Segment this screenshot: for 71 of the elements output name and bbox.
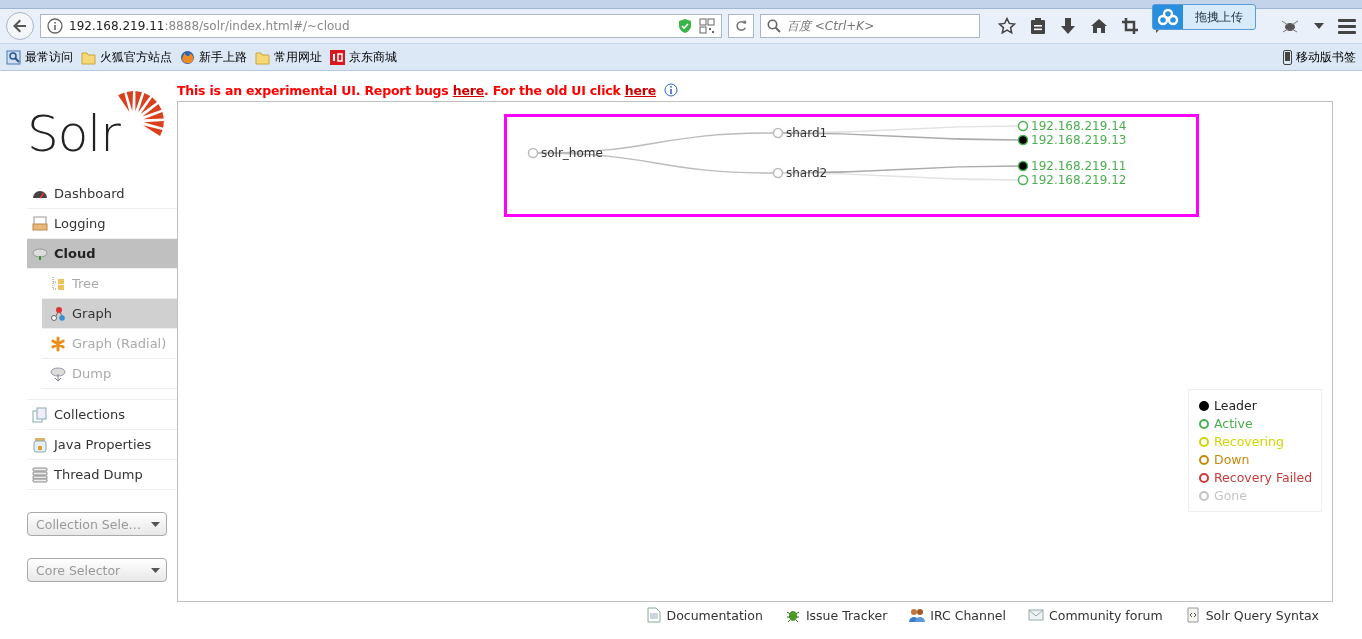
bookmark-library-icon[interactable] <box>6 49 21 65</box>
log-tray-icon <box>32 215 48 232</box>
footer-link[interactable]: Community forum <box>1028 607 1163 623</box>
old-ui-link[interactable]: here <box>624 82 656 98</box>
info-icon[interactable] <box>47 18 63 34</box>
tree-icon <box>50 275 66 292</box>
star-icon[interactable] <box>998 17 1016 35</box>
clipboard-icon[interactable] <box>1030 17 1046 35</box>
home-icon[interactable] <box>1090 17 1108 35</box>
search-field[interactable]: 百度 <Ctrl+K> <box>760 14 980 38</box>
crop-icon[interactable] <box>1122 18 1138 34</box>
legend-label: Active <box>1214 416 1253 431</box>
footer-link[interactable]: IRC Channel <box>909 607 1007 623</box>
bug-icon[interactable] <box>1280 18 1300 34</box>
nav-item[interactable]: Dashboard <box>27 179 177 209</box>
cloud-icon <box>32 245 48 262</box>
reload-button[interactable] <box>728 14 754 38</box>
download-icon[interactable] <box>1060 17 1076 35</box>
menu-icon[interactable] <box>1338 18 1356 34</box>
people-icon <box>909 607 926 623</box>
footer-link[interactable]: Issue Tracker <box>784 607 888 623</box>
nav-item[interactable]: Thread Dump <box>27 460 177 490</box>
footer-link[interactable]: Solr Query Syntax <box>1184 607 1319 623</box>
notice-text: This is an experimental UI. Report bugs here. For the old UI click here <box>177 82 656 98</box>
nav-item[interactable]: Java Properties <box>27 430 177 460</box>
nav-item[interactable]: Collections <box>27 400 177 430</box>
bookmark-link[interactable]: 常用网址 <box>274 48 322 66</box>
back-arrow-icon <box>12 18 28 34</box>
browser-logo-icon[interactable] <box>180 49 195 65</box>
footer-link[interactable]: Documentation <box>645 607 763 623</box>
upload-button[interactable]: 拖拽上传 <box>1152 4 1256 30</box>
url-text: 192.168.219.11:8888/solr/index.html#/~cloud <box>69 19 351 33</box>
qr-code-icon[interactable] <box>699 18 715 34</box>
phone-icon[interactable] <box>1283 49 1292 65</box>
jar-icon <box>32 436 48 453</box>
graph-node[interactable]: solr_home <box>527 146 603 160</box>
graph-nodes-icon <box>50 305 66 322</box>
legend-label: Leader <box>1214 398 1257 413</box>
legend-label: Recovery Failed <box>1214 470 1313 485</box>
documents-icon <box>32 406 48 423</box>
bookmark-link[interactable]: 最常访问 <box>25 48 73 66</box>
legend-label: Down <box>1214 452 1250 467</box>
graph-node[interactable]: shard2 <box>772 166 828 180</box>
info-icon[interactable] <box>663 83 678 97</box>
back-button[interactable] <box>6 12 34 40</box>
shield-icon[interactable] <box>677 18 693 34</box>
legend-label: Gone <box>1214 488 1247 503</box>
address-bar[interactable]: 192.168.219.11:8888/solr/index.html#/~cloud <box>40 14 722 38</box>
asterisk-icon <box>50 335 66 352</box>
code-document-icon <box>1184 607 1201 623</box>
shop-logo-icon[interactable] <box>330 49 345 65</box>
legend-label: Recovering <box>1214 434 1284 449</box>
bookmark-link[interactable]: 火狐官方站点 <box>100 48 172 66</box>
graph-node[interactable]: shard1 <box>772 126 828 140</box>
report-bugs-link[interactable]: here <box>452 82 484 98</box>
envelope-icon <box>1028 607 1045 623</box>
cloud-download-icon <box>50 365 66 382</box>
logo-text: Solr <box>27 109 120 159</box>
search-icon <box>767 19 781 33</box>
cloud-icon <box>1157 8 1179 26</box>
document-icon <box>645 607 662 623</box>
bookmark-link[interactable]: 京东商城 <box>349 48 397 66</box>
caret-icon <box>151 521 160 527</box>
bookmark-link[interactable]: 移动版书签 <box>1296 48 1356 66</box>
caret-icon <box>151 567 160 573</box>
stack-icon <box>32 466 48 483</box>
caret-icon[interactable] <box>1314 23 1324 29</box>
nav-item[interactable]: Graph <box>42 299 177 329</box>
nav-item[interactable]: Cloud <box>27 239 177 269</box>
bookmark-link[interactable]: 新手上路 <box>199 48 247 66</box>
reload-icon <box>735 19 747 33</box>
